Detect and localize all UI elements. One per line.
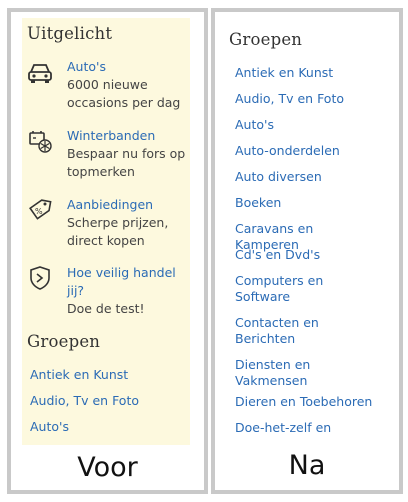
group-link[interactable]: Audio, Tv en Foto [30, 393, 139, 408]
group-link[interactable]: Auto's [30, 419, 69, 434]
group-link[interactable]: Antiek en Kunst [30, 367, 128, 382]
group-link[interactable]: Boeken [235, 195, 375, 211]
sidebar-before: Uitgelicht Auto's 6000 nieuwe occasions … [22, 18, 190, 445]
group-link[interactable]: Auto-onderdelen [235, 143, 375, 159]
group-link[interactable]: Doe-het-zelf en Verbouw [235, 420, 375, 438]
after-panel: Groepen Antiek en Kunst Audio, Tv en Fot… [211, 8, 403, 494]
group-link[interactable]: Auto diversen [235, 169, 375, 185]
group-list-after: Antiek en Kunst Audio, Tv en Foto Auto's… [235, 18, 393, 438]
sidebar-after: Groepen Antiek en Kunst Audio, Tv en Fot… [222, 18, 394, 438]
group-link[interactable]: Computers en Software [235, 273, 375, 305]
group-link[interactable]: Diensten en Vakmensen [235, 357, 375, 389]
group-list-before: Antiek en Kunst Audio, Tv en Foto Auto's [30, 18, 190, 445]
caption-after: Na [288, 450, 326, 481]
group-link[interactable]: Antiek en Kunst [235, 65, 375, 81]
group-link[interactable]: Dieren en Toebehoren [235, 394, 375, 410]
group-link[interactable]: Auto's [235, 117, 375, 133]
group-link[interactable]: Audio, Tv en Foto [235, 91, 375, 107]
group-link[interactable]: Cd's en Dvd's [235, 247, 375, 263]
group-link[interactable]: Contacten en Berichten [235, 315, 375, 347]
caption-before: Voor [77, 452, 138, 483]
before-panel: Uitgelicht Auto's 6000 nieuwe occasions … [7, 8, 208, 494]
